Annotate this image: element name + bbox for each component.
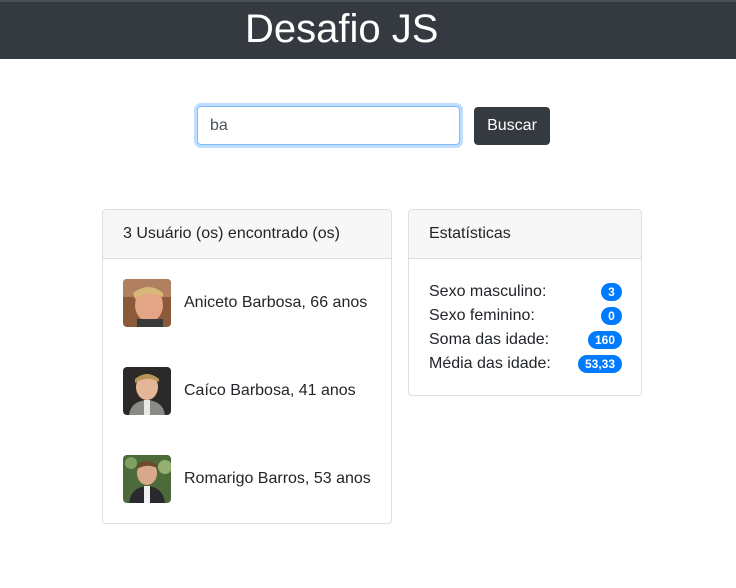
stat-row: Média das idade: 53,33 [429,352,622,376]
users-card: 3 Usuário (os) encontrado (os) Aniceto B… [102,209,392,524]
user-label: Romarigo Barros, 53 anos [184,470,371,487]
stat-badge: 53,33 [577,355,622,373]
search-button[interactable]: Buscar [474,107,550,145]
stat-label: Sexo masculino: [429,283,547,300]
stat-label: Soma das idade: [429,331,550,348]
stat-badge: 3 [601,283,622,301]
stat-badge: 160 [587,331,622,349]
stat-badge: 0 [601,307,622,325]
search-input[interactable] [197,106,460,145]
user-label: Caíco Barbosa, 41 anos [184,382,356,399]
list-item: Romarigo Barros, 53 anos [123,455,383,503]
stat-label: Sexo feminino: [429,307,535,324]
app-header: Desafio JS [0,0,736,59]
stat-label: Média das idade: [429,355,551,372]
page-title: Desafio JS [245,7,439,51]
avatar [123,455,171,503]
stats-card: Estatísticas Sexo masculino: 3 Sexo femi… [408,209,642,396]
avatar [123,367,171,415]
user-label: Aniceto Barbosa, 66 anos [184,294,368,311]
stats-card-header: Estatísticas [409,210,641,259]
stat-row: Soma das idade: 160 [429,328,622,352]
avatar [123,279,171,327]
list-item: Caíco Barbosa, 41 anos [123,367,383,415]
users-card-header: 3 Usuário (os) encontrado (os) [103,210,391,259]
stat-row: Sexo feminino: 0 [429,304,622,328]
stat-row: Sexo masculino: 3 [429,280,622,304]
list-item: Aniceto Barbosa, 66 anos [123,279,383,327]
